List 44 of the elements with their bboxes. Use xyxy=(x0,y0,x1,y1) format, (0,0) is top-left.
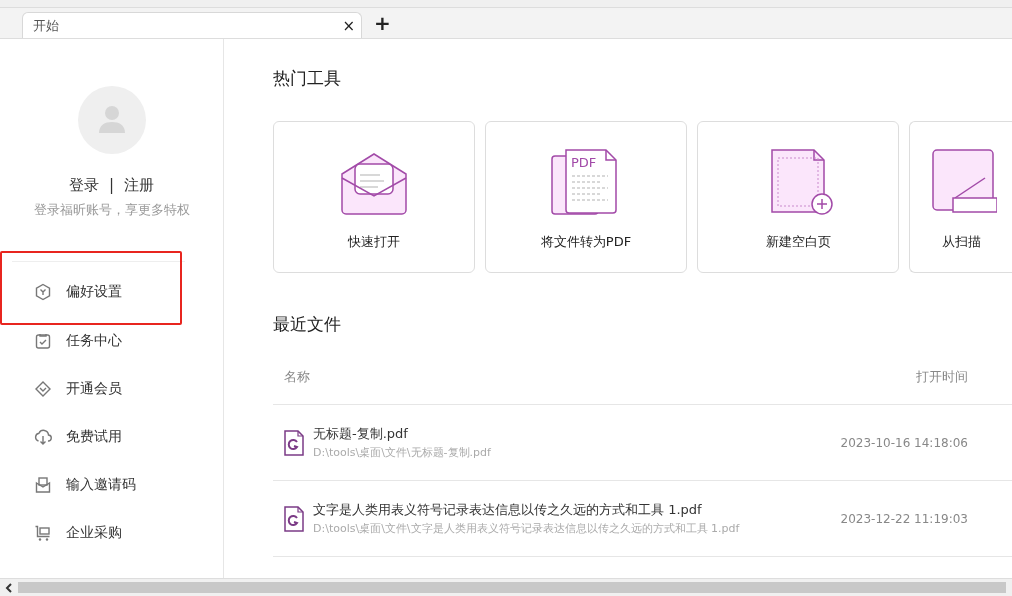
tool-card[interactable]: PDF 将文件转为PDF xyxy=(485,121,687,273)
column-header: 打开时间 xyxy=(916,368,968,386)
settings-icon xyxy=(34,283,52,301)
sidebar-item[interactable]: 企业采购 xyxy=(0,509,223,557)
pdf-file-icon xyxy=(283,429,305,456)
tab-label: 开始 xyxy=(33,16,59,35)
sidebar-item[interactable]: 免费试用 xyxy=(0,413,223,461)
tab[interactable]: 开始 × xyxy=(22,12,362,38)
close-button[interactable]: × xyxy=(342,16,355,35)
section-title: 最近文件 xyxy=(273,313,342,336)
account-hint: 登录福昕账号，享更多特权 xyxy=(32,201,191,219)
clipboard-icon xyxy=(34,332,52,350)
column-header: 名称 xyxy=(284,368,310,386)
horizontal-scrollbar[interactable] xyxy=(0,578,1012,596)
sidebar-item[interactable]: 任务中心 xyxy=(0,317,223,365)
file-path: D:\tools\桌面\文件\无标题-复制.pdf xyxy=(313,445,492,460)
tool-card[interactable]: 从扫描 xyxy=(909,121,1012,273)
tool-card[interactable]: 新建空白页 xyxy=(697,121,899,273)
pdf-file-icon xyxy=(283,505,305,532)
separator: | xyxy=(108,176,115,195)
login-link[interactable]: 登录 xyxy=(68,176,99,195)
tool-label: 从扫描 xyxy=(941,233,981,251)
file-row[interactable]: 无标题-复制.pdf D:\tools\桌面\文件\无标题-复制.pdf 2023-10-16 14:18:06 xyxy=(273,405,1012,481)
open-time: 2023-12-22 11:19:03 xyxy=(840,511,968,526)
sidebar-item[interactable]: 开通会员 xyxy=(0,365,223,413)
cart-icon xyxy=(34,524,52,542)
new-tab-button[interactable]: + xyxy=(370,11,395,35)
register-link[interactable]: 注册 xyxy=(124,176,155,195)
file-name: 文字是人类用表义符号记录表达信息以传之久远的方式和工具 1.pdf xyxy=(313,501,703,519)
tool-label: 新建空白页 xyxy=(765,233,831,251)
envelope-icon xyxy=(34,476,52,494)
sidebar-item[interactable]: 偏好设置 xyxy=(2,268,180,316)
scrollbar-thumb[interactable] xyxy=(18,582,1006,593)
tool-card[interactable]: 快速打开 xyxy=(273,121,475,273)
file-row[interactable]: 文字是人类用表义符号记录表达信息以传之久远的方式和工具 1.pdf D:\tools\桌面\文件\文字是人类用表义符号记录表达信息以传之久远的方式和工具 1.pdf 2023-12-22 11:19:03 xyxy=(273,481,1012,557)
file-name: 无标题-复制.pdf xyxy=(313,425,409,443)
open-time: 2023-10-16 14:18:06 xyxy=(840,435,968,450)
section-title: 热门工具 xyxy=(273,67,342,90)
sidebar-item[interactable]: 输入邀请码 xyxy=(0,461,223,509)
tool-label: 将文件转为PDF xyxy=(540,233,632,251)
tool-label: 快速打开 xyxy=(348,233,400,251)
file-path: D:\tools\桌面\文件\文字是人类用表义符号记录表达信息以传之久远的方式和工具 1.pdf xyxy=(313,521,741,536)
cloud-download-icon xyxy=(34,428,52,446)
diamond-icon xyxy=(34,380,52,398)
